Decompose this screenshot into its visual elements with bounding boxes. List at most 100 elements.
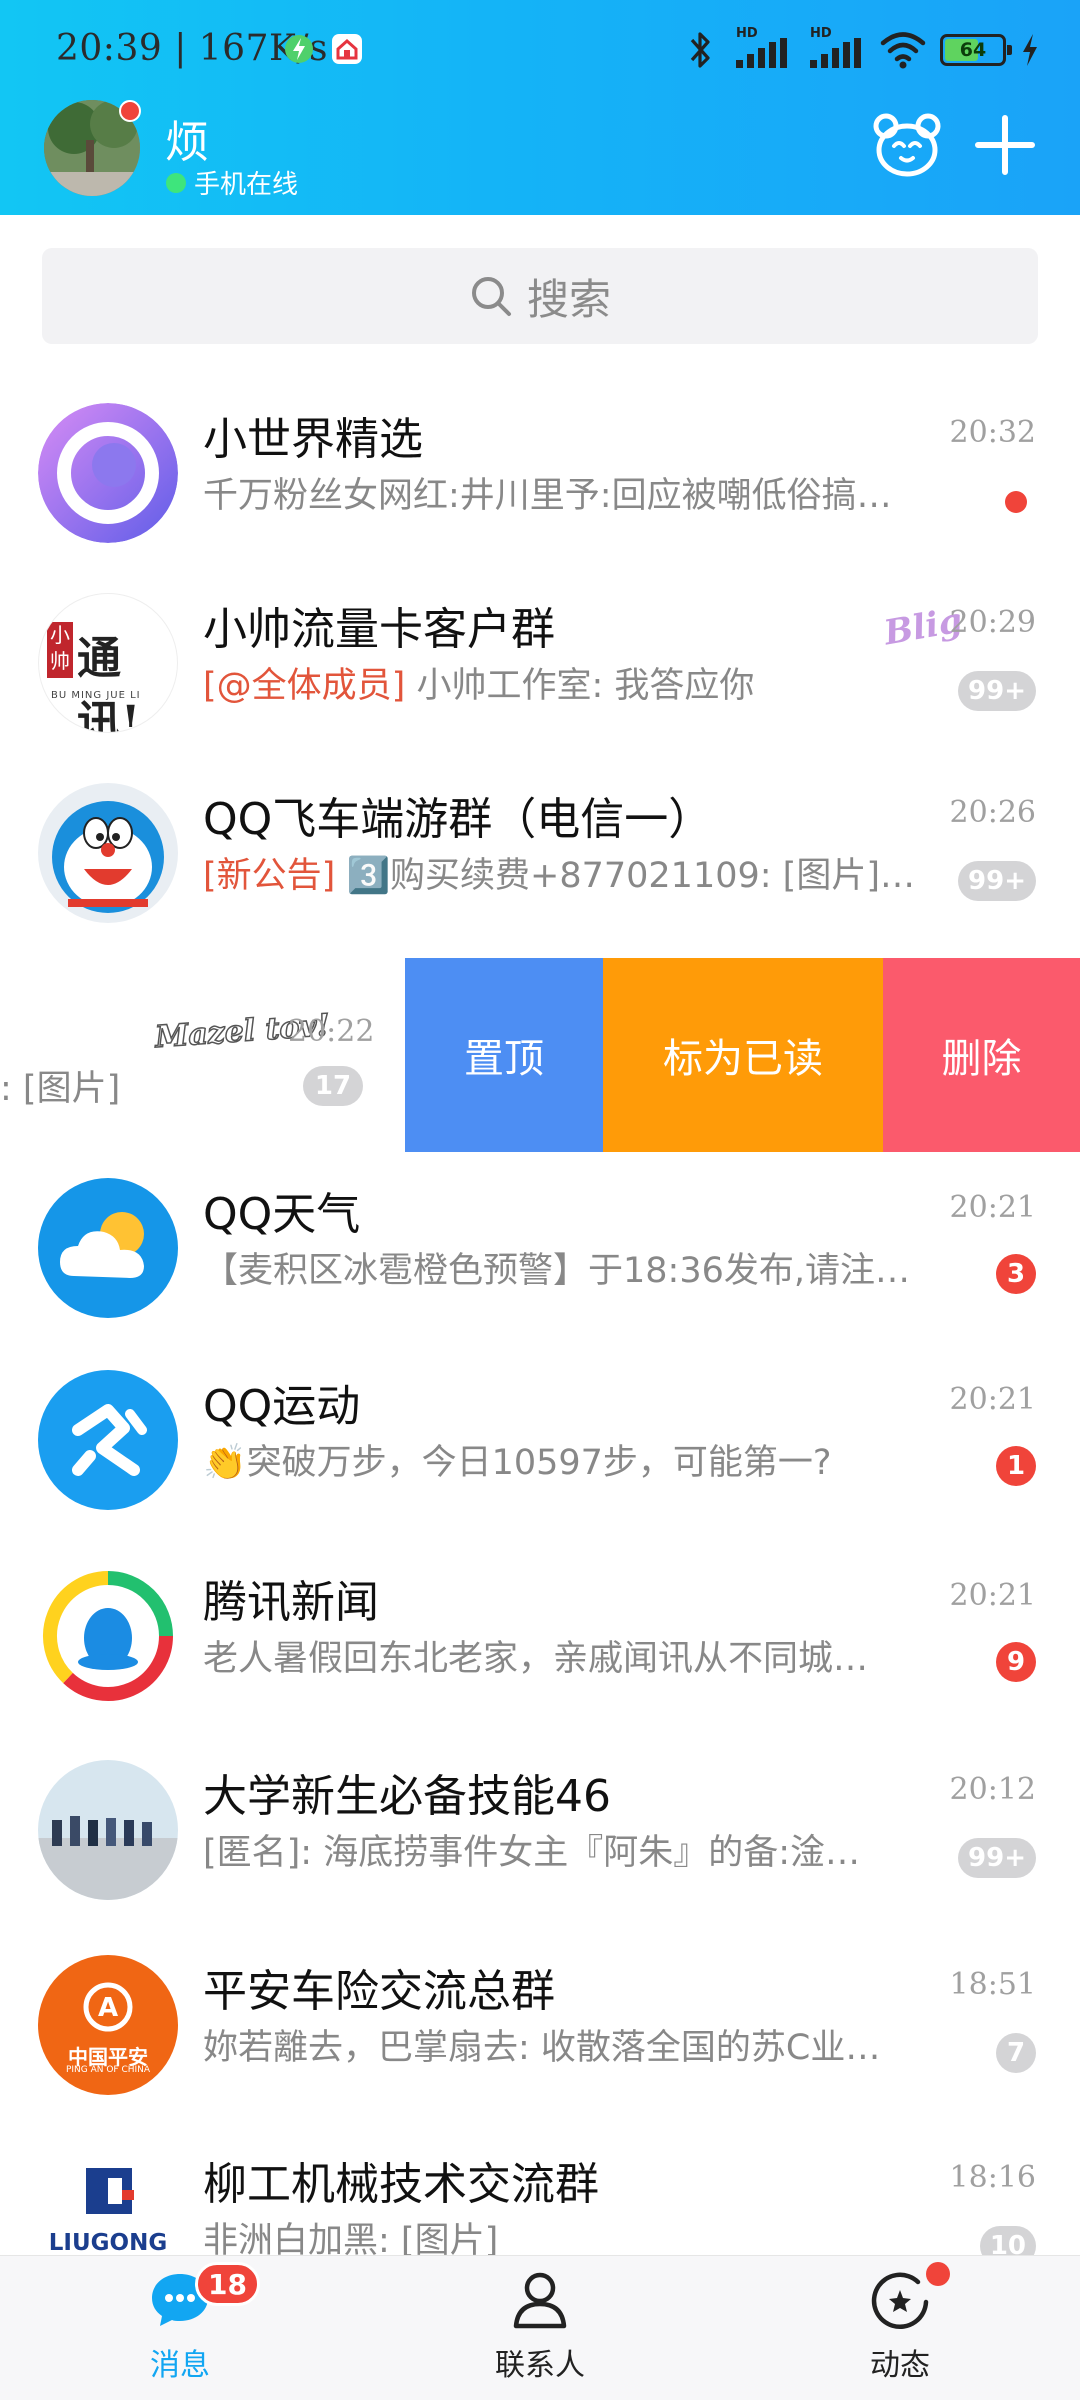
conversation-time: 20:21 — [949, 1382, 1036, 1417]
unread-dot — [1005, 491, 1027, 513]
running-icon — [72, 1404, 147, 1476]
small-world-logo-icon — [38, 403, 178, 543]
swiped-conversation-item[interactable]: : [图片] Mazel tov! 20:22 17 — [0, 958, 405, 1152]
top-header: 20:39 | 167K/s HD HD 64 烦 手机在线 — [0, 0, 1080, 215]
tencent-news-avatar — [38, 1566, 178, 1706]
weather-cloud-sun-icon — [60, 1212, 144, 1278]
wifi-icon — [880, 32, 926, 69]
tab-feed-label: 动态 — [870, 2348, 930, 2383]
person-icon — [513, 2272, 567, 2329]
signal-icon-1: HD — [732, 26, 792, 70]
conversation-title: 大学新生必备技能46 — [203, 1771, 611, 1822]
conversation-time: 20:26 — [949, 795, 1036, 830]
conversation-time: 18:51 — [949, 1967, 1036, 2002]
unread-badge: 17 — [303, 1066, 363, 1106]
avatar-sub-text: BU MING JUE LI — [51, 690, 141, 701]
unread-badge: 9 — [996, 1642, 1036, 1682]
status-right-icons: HD HD 64 — [682, 26, 1040, 72]
pingan-logo-subtext: PING AN OF CHINA — [65, 2065, 151, 2075]
conversation-preview: [@全体成员] 小帅工作室: 我答应你 — [203, 657, 943, 708]
search-placeholder: 搜索 — [526, 274, 611, 324]
online-status[interactable]: 手机在线 — [166, 164, 298, 201]
conversation-preview: 妳若離去，巴掌扇去: 收散落全国的苏C业… — [203, 2028, 881, 2068]
battery-level: 64 — [959, 39, 987, 61]
unread-badge: 3 — [996, 1254, 1036, 1294]
conversation-title: 腾讯新闻 — [203, 1577, 379, 1628]
conversation-preview: 千万粉丝女网红:井川里予:回应被嘲低俗搞… — [203, 476, 892, 516]
conversation-preview: 【麦积区冰雹橙色预警】于18:36发布,请注… — [203, 1251, 910, 1291]
avatar-red-seal: 小 帅 — [47, 622, 73, 678]
conversation-time: 20:22 — [288, 1014, 375, 1049]
conversation-time: 20:21 — [949, 1578, 1036, 1613]
conversation-title: QQ天气 — [203, 1189, 361, 1240]
svg-text:A: A — [98, 1993, 118, 2023]
conversation-preview: [新公告] 3️⃣购买续费+877021109: [图片]… — [203, 847, 943, 898]
pin-button[interactable]: 置顶 — [405, 958, 603, 1152]
preview-text: 3️⃣购买续费+877021109: [图片]… — [335, 856, 915, 896]
conversation-time: 20:32 — [949, 415, 1036, 450]
tab-contacts[interactable]: 联系人 — [440, 2268, 640, 2398]
plus-icon[interactable] — [970, 110, 1040, 180]
conversation-item[interactable]: QQ天气 【麦积区冰雹橙色预警】于18:36发布,请注… 20:21 3 — [0, 1178, 1080, 1368]
conversation-title: 柳工机械技术交流群 — [203, 2159, 599, 2210]
home-app-icon — [332, 34, 362, 64]
conversation-title: 平安车险交流总群 — [203, 1966, 555, 2017]
avatar-seal-char-1: 小 — [50, 623, 70, 647]
liugong-logo-text: LIUGONG — [48, 2230, 168, 2256]
conversation-item[interactable]: 大学新生必备技能46 [匿名]: 海底捞事件女主『阿朱』的备:淦… 20:12 … — [0, 1760, 1080, 1950]
doraemon-icon — [52, 801, 164, 913]
bluetooth-icon — [690, 32, 710, 68]
conversation-title: 小世界精选 — [203, 414, 423, 465]
conversation-item[interactable]: QQ运动 👏突破万步，今日10597步，可能第一? 20:21 1 — [0, 1370, 1080, 1560]
conversation-time: 18:16 — [949, 2160, 1036, 2195]
delete-button[interactable]: 删除 — [883, 958, 1080, 1152]
star-orbit-icon — [871, 2272, 929, 2329]
conversation-item[interactable]: 小世界精选 千万粉丝女网红:井川里予:回应被嘲低俗搞… 20:32 — [0, 403, 1080, 593]
leaf-shield-icon — [285, 35, 313, 63]
user-name[interactable]: 烦 — [165, 106, 209, 170]
qq-weather-avatar — [38, 1178, 178, 1318]
swipe-actions: 置顶 标为已读 删除 — [405, 958, 1080, 1152]
avatar-seal-char-2: 帅 — [50, 649, 70, 673]
group-photo-avatar — [38, 1760, 178, 1900]
tab-feed[interactable]: 动态 — [800, 2268, 1000, 2398]
mention-all-tag: [@全体成员] — [203, 666, 406, 706]
online-status-label: 手机在线 — [194, 170, 299, 200]
unread-badge: 99+ — [958, 671, 1036, 711]
conversation-item[interactable]: 腾讯新闻 老人暑假回东北老家，亲戚闻讯从不同城… 20:21 9 — [0, 1566, 1080, 1756]
qq-sport-avatar — [38, 1370, 178, 1510]
search-bar[interactable]: 搜索 — [42, 248, 1038, 344]
online-dot-icon — [166, 172, 186, 193]
conversation-title: QQ飞车端游群（电信一） — [203, 794, 713, 845]
feed-notification-dot — [926, 2262, 950, 2286]
conversation-preview: : [图片] — [0, 1069, 121, 1109]
conversation-time: 20:29 — [949, 605, 1036, 640]
bottom-tab-bar: 消息 联系人 动态 — [0, 2255, 1080, 2400]
search-icon — [471, 277, 511, 316]
group-photo-icon — [38, 1760, 178, 1900]
messages-unread-badge: 18 — [195, 2262, 260, 2306]
conversation-preview: 老人暑假回东北老家，亲戚闻讯从不同城… — [203, 1639, 869, 1679]
group-avatar: 小 帅 通讯! BU MING JUE LI — [38, 593, 178, 733]
tab-contacts-label: 联系人 — [495, 2348, 585, 2383]
conversation-item[interactable]: QQ飞车端游群（电信一） [新公告] 3️⃣购买续费+877021109: [图… — [0, 783, 1080, 973]
unread-badge: 99+ — [958, 1838, 1036, 1878]
small-world-avatar — [38, 403, 178, 543]
unread-badge: 1 — [996, 1446, 1036, 1486]
mark-read-button[interactable]: 标为已读 — [603, 958, 883, 1152]
unread-badge: 7 — [996, 2033, 1036, 2073]
status-bar: 20:39 | 167K/s HD HD 64 — [0, 0, 1080, 100]
conversation-time: 20:21 — [949, 1190, 1036, 1225]
unread-badge: 99+ — [958, 861, 1036, 901]
conversation-item[interactable]: A 中国平安 PING AN OF CHINA 平安车险交流总群 妳若離去，巴掌… — [0, 1955, 1080, 2145]
conversation-time: 20:12 — [949, 1772, 1036, 1807]
conversation-item[interactable]: 小 帅 通讯! BU MING JUE LI 小帅流量卡客户群 [@全体成员] … — [0, 593, 1080, 783]
doraemon-avatar — [38, 783, 178, 923]
avatar-notification-dot — [119, 100, 141, 122]
battery-icon: 64 — [940, 34, 1012, 66]
conversation-title: QQ运动 — [203, 1381, 361, 1432]
qq-pet-icon[interactable] — [872, 110, 942, 180]
avatar-main-text: 通讯! — [77, 633, 141, 733]
preview-text: 小帅工作室: 我答应你 — [405, 666, 755, 706]
signal-icon-2: HD — [806, 26, 866, 70]
